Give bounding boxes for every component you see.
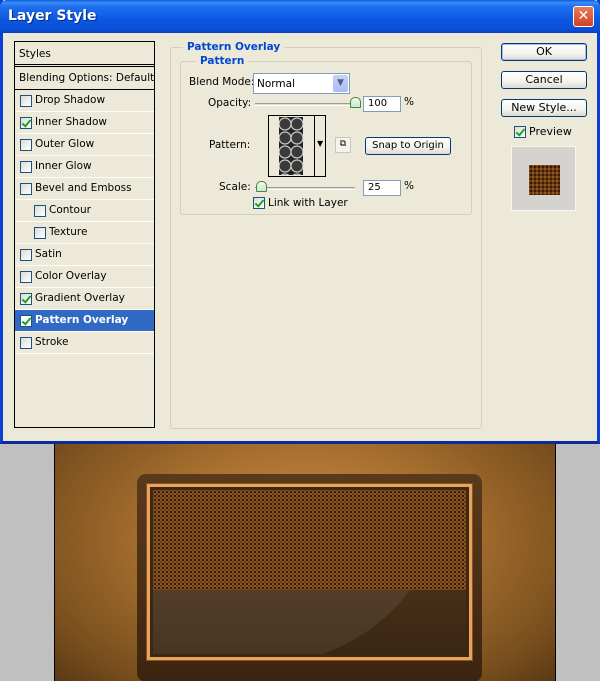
opacity-label: Opacity: bbox=[208, 97, 252, 109]
pattern-subgroup-title: Pattern bbox=[196, 55, 249, 67]
style-item-label: Gradient Overlay bbox=[35, 292, 125, 304]
create-preset-button[interactable]: ⧉ bbox=[335, 137, 351, 153]
pattern-label: Pattern: bbox=[209, 139, 251, 151]
pattern-picker[interactable]: ▼ bbox=[268, 115, 326, 177]
opacity-slider[interactable] bbox=[255, 103, 355, 106]
styles-header[interactable]: Styles bbox=[15, 42, 154, 67]
style-item-label: Satin bbox=[35, 248, 62, 260]
pattern-overlay-title: Pattern Overlay bbox=[183, 41, 285, 53]
style-checkbox[interactable] bbox=[20, 94, 32, 107]
preview-label: Preview bbox=[529, 125, 572, 138]
style-item-label: Texture bbox=[49, 226, 88, 238]
chevron-down-icon: ▼ bbox=[333, 75, 348, 92]
snap-to-origin-button[interactable]: Snap to Origin bbox=[365, 137, 451, 155]
style-checkbox[interactable] bbox=[34, 204, 46, 217]
preview-checkbox[interactable]: Preview bbox=[514, 125, 572, 138]
opacity-percent: % bbox=[404, 96, 414, 108]
cancel-button[interactable]: Cancel bbox=[501, 71, 587, 89]
dropdown-arrow-icon[interactable]: ▼ bbox=[317, 139, 323, 148]
blend-mode-select[interactable]: Normal ▼ bbox=[253, 73, 350, 94]
new-preset-icon: ⧉ bbox=[339, 139, 347, 149]
scale-percent: % bbox=[404, 180, 414, 192]
style-checkbox[interactable] bbox=[20, 248, 32, 261]
style-item-gradient-overlay[interactable]: Gradient Overlay bbox=[15, 288, 154, 310]
style-item-label: Pattern Overlay bbox=[35, 314, 129, 326]
new-style-button[interactable]: New Style... bbox=[501, 99, 587, 117]
style-item-label: Drop Shadow bbox=[35, 94, 106, 106]
style-checkbox[interactable] bbox=[20, 182, 32, 195]
layer-style-dialog: Layer Style ✕ Styles Blending Options: D… bbox=[0, 0, 600, 444]
scale-input[interactable]: 25 bbox=[363, 180, 401, 196]
style-checkbox[interactable] bbox=[20, 270, 32, 283]
style-item-label: Bevel and Emboss bbox=[35, 182, 132, 194]
speaker-mesh-pattern bbox=[153, 490, 466, 590]
preview-thumbnail bbox=[529, 165, 560, 195]
document-canvas bbox=[54, 444, 556, 681]
style-item-inner-glow[interactable]: Inner Glow bbox=[15, 156, 154, 178]
style-item-stroke[interactable]: Stroke bbox=[15, 332, 154, 354]
link-with-layer-checkbox[interactable]: Link with Layer bbox=[253, 197, 348, 209]
style-item-label: Inner Shadow bbox=[35, 116, 107, 128]
style-item-label: Stroke bbox=[35, 336, 69, 348]
window-title: Layer Style bbox=[8, 8, 97, 24]
style-checkbox[interactable] bbox=[20, 116, 32, 129]
style-checkbox[interactable] bbox=[34, 226, 46, 239]
preview-check[interactable] bbox=[514, 125, 526, 138]
style-checkbox[interactable] bbox=[20, 160, 32, 173]
title-bar[interactable]: Layer Style ✕ bbox=[0, 0, 600, 33]
scale-slider[interactable] bbox=[255, 187, 355, 190]
blending-options-item[interactable]: Blending Options: Default bbox=[15, 67, 154, 90]
style-item-outer-glow[interactable]: Outer Glow bbox=[15, 134, 154, 156]
wood-panel bbox=[153, 590, 466, 654]
gloss-highlight bbox=[153, 590, 433, 654]
pattern-picker-divider bbox=[314, 116, 315, 176]
speaker-frame bbox=[137, 474, 482, 681]
style-item-contour[interactable]: Contour bbox=[15, 200, 154, 222]
pattern-thumbnail bbox=[279, 117, 303, 175]
style-checkbox[interactable] bbox=[20, 292, 32, 305]
style-item-texture[interactable]: Texture bbox=[15, 222, 154, 244]
style-item-bevel-and-emboss[interactable]: Bevel and Emboss bbox=[15, 178, 154, 200]
style-item-label: Outer Glow bbox=[35, 138, 95, 150]
style-item-pattern-overlay[interactable]: Pattern Overlay bbox=[15, 310, 154, 332]
close-button[interactable]: ✕ bbox=[573, 6, 594, 27]
blend-mode-label: Blend Mode: bbox=[189, 76, 255, 88]
style-checkbox[interactable] bbox=[20, 336, 32, 349]
blending-options-label: Blending Options: Default bbox=[19, 71, 155, 84]
blend-mode-value: Normal bbox=[257, 78, 295, 90]
close-icon: ✕ bbox=[577, 8, 590, 24]
style-item-satin[interactable]: Satin bbox=[15, 244, 154, 266]
style-preview bbox=[511, 146, 576, 211]
style-checkbox[interactable] bbox=[20, 138, 32, 151]
style-item-label: Inner Glow bbox=[35, 160, 92, 172]
link-with-layer-check[interactable] bbox=[253, 197, 265, 209]
opacity-slider-thumb[interactable] bbox=[350, 97, 361, 108]
style-item-inner-shadow[interactable]: Inner Shadow bbox=[15, 112, 154, 134]
style-item-label: Contour bbox=[49, 204, 91, 216]
style-item-drop-shadow[interactable]: Drop Shadow bbox=[15, 90, 154, 112]
styles-list: Styles Blending Options: Default Drop Sh… bbox=[14, 41, 155, 428]
opacity-input[interactable]: 100 bbox=[363, 96, 401, 112]
scale-slider-thumb[interactable] bbox=[256, 181, 267, 192]
link-with-layer-label: Link with Layer bbox=[268, 197, 348, 209]
speaker-grille-border bbox=[147, 484, 472, 660]
style-item-label: Color Overlay bbox=[35, 270, 107, 282]
scale-label: Scale: bbox=[219, 181, 251, 193]
style-checkbox[interactable] bbox=[20, 314, 32, 327]
ok-button[interactable]: OK bbox=[501, 43, 587, 61]
style-item-color-overlay[interactable]: Color Overlay bbox=[15, 266, 154, 288]
